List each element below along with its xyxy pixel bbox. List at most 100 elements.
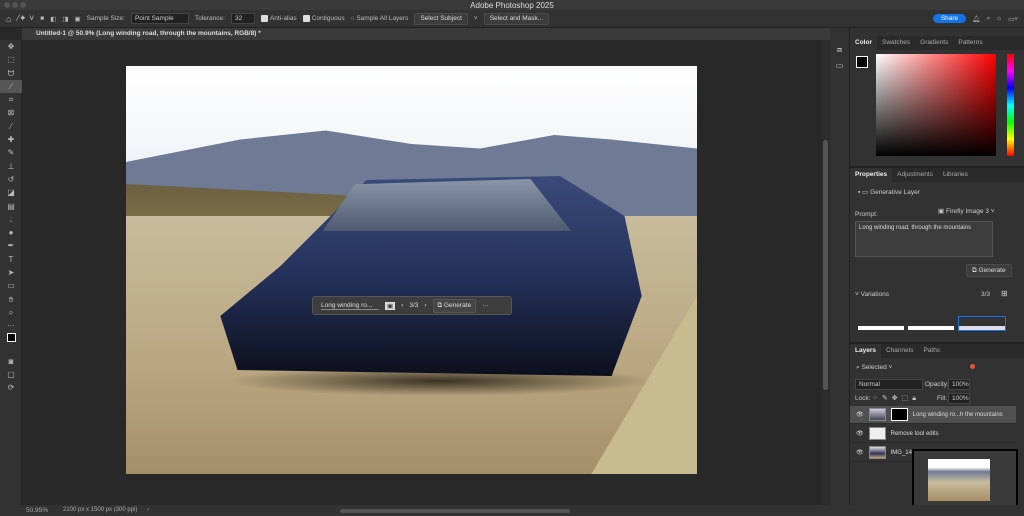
bell-icon[interactable]: 🔔︎ (972, 15, 980, 23)
magic-wand-tool-icon[interactable]: ⁄ (0, 79, 22, 94)
sample-all-label: Sample All Layers (356, 15, 409, 22)
tab-properties[interactable]: Properties (850, 168, 893, 182)
scroll-thumb[interactable] (823, 140, 828, 390)
comments-panel-icon[interactable]: ▭ (830, 61, 849, 70)
workspace-icon[interactable]: ▭˅ (1008, 15, 1018, 23)
dodge-tool-icon[interactable]: ● (0, 226, 22, 239)
marquee-tool-icon[interactable]: ⬚ (0, 53, 22, 66)
shape-tool-icon[interactable]: ▭ (0, 279, 22, 292)
blend-mode-select[interactable]: Normal (855, 379, 923, 390)
blur-tool-icon[interactable]: 💧︎ (0, 213, 22, 226)
tab-channels[interactable]: Channels (881, 344, 918, 358)
search-icon[interactable]: ⌕ (986, 15, 990, 23)
filter-toggle[interactable] (970, 364, 975, 369)
lasso-tool-icon[interactable]: ᗢ (0, 67, 22, 80)
prompt-textarea[interactable]: Long winding road, through the mountains (855, 221, 993, 257)
eraser-tool-icon[interactable]: ◪ (0, 186, 22, 199)
screen-mode-icon[interactable]: ▢ (0, 368, 22, 381)
eye-icon[interactable]: 👁︎ (856, 449, 864, 456)
new-selection-icon[interactable]: ■ (40, 15, 44, 22)
eye-icon[interactable]: 👁︎ (856, 430, 864, 437)
magic-wand-icon[interactable]: ⁄✦ ˅ (17, 13, 34, 24)
select-and-mask-button[interactable]: Select and Mask... (483, 12, 550, 25)
quick-mask-icon[interactable]: ◙ (0, 355, 22, 368)
variations-count: 3/3 (981, 291, 991, 298)
vertical-scrollbar[interactable] (822, 40, 830, 505)
variation-thumb-3[interactable] (958, 316, 1006, 331)
tolerance-input[interactable]: 32 (230, 13, 255, 24)
move-tool-icon[interactable]: ✥ (0, 40, 22, 53)
grid-view-icon[interactable]: ⊞ (1001, 289, 1008, 298)
pen-tool-icon[interactable]: ✒ (0, 239, 22, 252)
lightbulb-icon[interactable]: ☼ (996, 15, 1002, 22)
generate-button[interactable]: ⧉ Generate (432, 298, 477, 313)
preview-image (928, 459, 990, 501)
layer-thumbnail (868, 446, 886, 459)
fill-input[interactable]: 100% (948, 393, 970, 404)
document-tab[interactable]: Untitled-1 @ 50.9% (Long winding road, t… (22, 28, 830, 40)
document-info[interactable]: 2100 px x 1500 px (300 ppi) (63, 507, 137, 513)
sample-size-select[interactable]: Point Sample (130, 13, 189, 24)
generate-panel-button[interactable]: ⧉ Generate (966, 264, 1012, 277)
layer-filter-select[interactable]: ⌕ Selected ˅ (856, 364, 892, 372)
tab-color[interactable]: Color (850, 36, 877, 50)
hue-slider[interactable] (1007, 54, 1014, 156)
document-image[interactable] (126, 66, 697, 474)
fill-label: Fill: (937, 395, 948, 402)
color-field[interactable] (876, 54, 996, 156)
opacity-input[interactable]: 100% (948, 379, 970, 390)
tab-patterns[interactable]: Patterns (953, 36, 987, 50)
add-selection-icon[interactable]: ◧ (50, 15, 56, 23)
variation-thumb-1[interactable] (858, 326, 904, 330)
intersect-selection-icon[interactable]: ▣ (75, 15, 81, 23)
variation-thumb-2[interactable] (908, 326, 954, 330)
options-bar: ⌂ ⁄✦ ˅ ■ ◧ ◨ ▣ Sample Size: Point Sample… (0, 10, 1024, 28)
gradient-tool-icon[interactable]: ▤ (0, 200, 22, 213)
subtract-selection-icon[interactable]: ◨ (62, 15, 68, 23)
lock-icons[interactable]: ⁘✎✥⬚🔒︎ (872, 394, 920, 403)
chevron-down-icon[interactable]: ˅ (474, 15, 478, 22)
brush-tool-icon[interactable]: ✎ (0, 146, 22, 159)
anti-alias-checkbox[interactable]: Anti-alias (260, 14, 297, 22)
tab-libraries[interactable]: Libraries (938, 168, 973, 182)
stamp-tool-icon[interactable]: ⊥ (0, 160, 22, 173)
next-variation-icon[interactable]: › (424, 302, 426, 309)
healing-tool-icon[interactable]: ✚ (0, 133, 22, 146)
model-dropdown[interactable]: ▣ Firefly Image 3 ˅ (938, 207, 995, 215)
frame-tool-icon[interactable]: ⊠ (0, 106, 22, 119)
path-selection-icon[interactable]: ➤ (0, 266, 22, 279)
share-doc-icon[interactable]: ⟳ (0, 381, 22, 394)
more-tools-icon[interactable]: ··· (0, 319, 22, 332)
firefly-model-icon[interactable]: ▣ (385, 301, 396, 310)
select-subject-button[interactable]: Select Subject (414, 12, 468, 25)
sample-all-layers-checkbox[interactable]: ○ Sample All Layers (351, 15, 409, 22)
share-button[interactable]: Share (932, 14, 967, 23)
zoom-tool-icon[interactable]: ⌕ (0, 306, 22, 319)
more-options-icon[interactable]: ··· (482, 302, 489, 309)
color-swatches-icon[interactable] (0, 332, 22, 355)
layer-row[interactable]: 👁︎ Remove tool edits (850, 425, 1016, 443)
tab-adjustments[interactable]: Adjustments (892, 168, 938, 182)
foreground-color[interactable] (856, 56, 868, 68)
tab-paths[interactable]: Paths (918, 344, 945, 358)
home-icon[interactable]: ⌂ (6, 14, 11, 24)
eyedropper-tool-icon[interactable]: ⁄ (0, 120, 22, 133)
eye-icon[interactable]: 👁︎ (856, 411, 864, 418)
horizontal-scrollbar[interactable] (340, 509, 570, 513)
contiguous-checkbox[interactable]: Contiguous (302, 14, 345, 22)
hand-tool-icon[interactable]: ✋︎ (0, 293, 22, 306)
tab-layers[interactable]: Layers (850, 344, 881, 358)
status-arrow-icon[interactable]: › (147, 506, 149, 513)
zoom-level[interactable]: 50.95% (26, 507, 48, 514)
tab-swatches[interactable]: Swatches (877, 36, 915, 50)
variations-toggle[interactable]: ˅ Variations (855, 291, 889, 298)
previous-variation-icon[interactable]: ‹ (401, 302, 403, 309)
screenshot-thumbnail-preview[interactable] (912, 449, 1018, 510)
history-panel-icon[interactable]: ⧈ (830, 45, 849, 55)
history-brush-icon[interactable]: ↺ (0, 173, 22, 186)
prompt-field[interactable]: Long winding ro... (321, 302, 379, 310)
layer-row[interactable]: 👁︎ Long winding ro...h the mountains (850, 406, 1016, 424)
tab-gradients[interactable]: Gradients (915, 36, 953, 50)
crop-tool-icon[interactable]: ⌗ (0, 93, 22, 106)
type-tool-icon[interactable]: T (0, 253, 22, 266)
